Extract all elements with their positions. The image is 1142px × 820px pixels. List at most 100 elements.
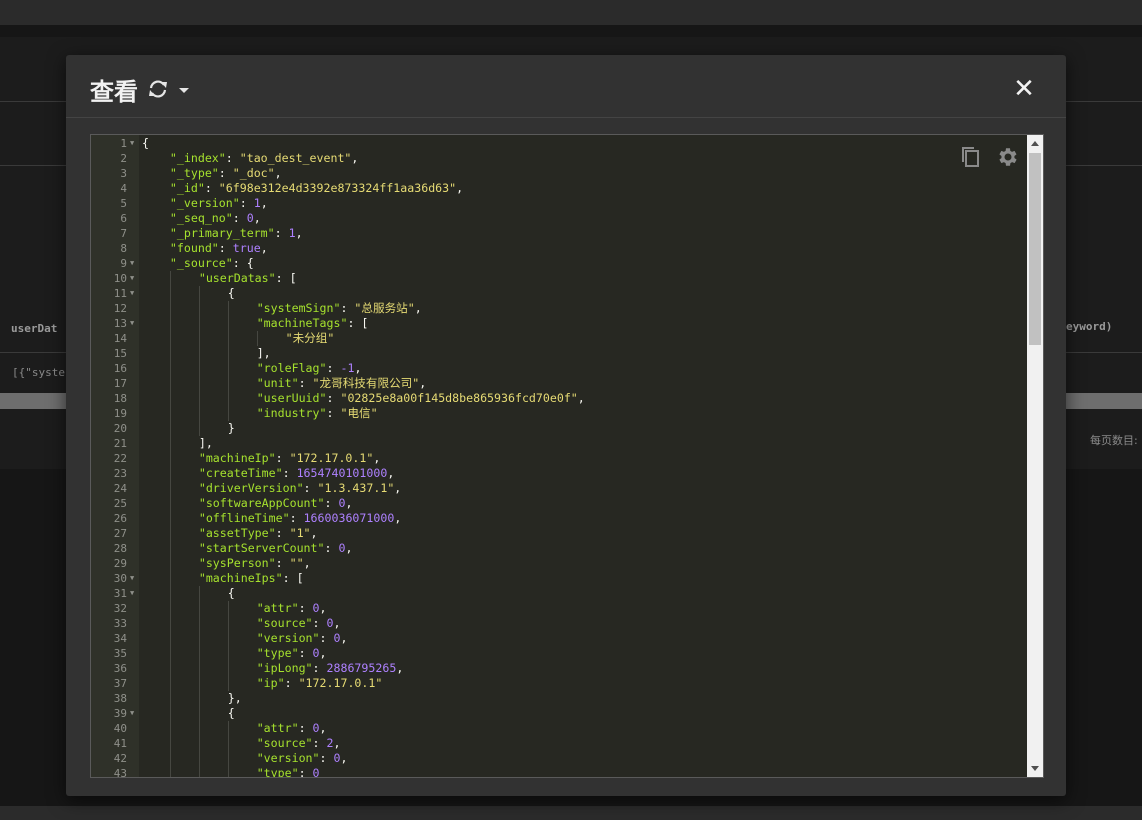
line-number: 39: [113, 707, 127, 720]
json-key: "_seq_no": [169, 211, 233, 225]
editor-vertical-scrollbar[interactable]: [1027, 135, 1043, 777]
line-number: 21: [113, 437, 127, 450]
json-value: -1: [340, 361, 355, 375]
fold-toggle-icon[interactable]: ▼: [130, 136, 134, 151]
json-punctuation: {: [227, 586, 235, 600]
code-text: "createTime": 1654740101000,: [142, 466, 394, 481]
code-text: "version": 0,: [142, 631, 347, 646]
line-number: 28: [113, 542, 127, 555]
fold-toggle-icon[interactable]: ▼: [130, 316, 134, 331]
scroll-down-icon[interactable]: [1031, 766, 1039, 771]
line-number: 36: [113, 662, 127, 675]
code-text: {: [142, 586, 235, 601]
code-line: 42 "version": 0,: [91, 751, 1021, 766]
json-punctuation: :: [324, 496, 339, 510]
json-key: "machineIps": [198, 571, 283, 585]
json-key: "attr": [256, 721, 299, 735]
json-value: 0: [312, 766, 320, 778]
json-key: "_id": [169, 181, 205, 195]
json-punctuation: : {: [232, 256, 254, 270]
code-text: {: [142, 706, 235, 721]
line-number: 12: [113, 302, 127, 315]
fold-toggle-icon[interactable]: ▼: [130, 706, 134, 721]
json-key: "_source": [169, 256, 233, 270]
code-text: "startServerCount": 0,: [142, 541, 352, 556]
fold-toggle-icon[interactable]: ▼: [130, 286, 134, 301]
json-punctuation: ,: [340, 751, 348, 765]
code-text: "source": 0,: [142, 616, 340, 631]
code-text: "_seq_no": 0,: [142, 211, 261, 226]
line-number: 16: [113, 362, 127, 375]
json-string: "1": [289, 526, 311, 540]
json-string: "6f98e312e4d3392e873324ff1aa36d63": [218, 181, 457, 195]
line-number: 29: [113, 557, 127, 570]
json-punctuation: ,: [414, 301, 422, 315]
line-number: 31: [113, 587, 127, 600]
line-number: 13: [113, 317, 127, 330]
line-number: 6: [120, 212, 127, 225]
code-line: 7 "_primary_term": 1,: [91, 226, 1021, 241]
fold-toggle-icon[interactable]: ▼: [130, 586, 134, 601]
json-key: "type": [256, 646, 299, 660]
code-text: "machineIp": "172.17.0.1",: [142, 451, 380, 466]
json-key: "assetType": [198, 526, 276, 540]
json-editor[interactable]: 1 ▼{2 "_index": "tao_dest_event", 3 "_type…: [90, 134, 1044, 778]
json-punctuation: :: [218, 166, 233, 180]
json-punctuation: ,: [319, 601, 327, 615]
json-string: "_doc": [232, 166, 275, 180]
code-line: 13 ▼ "machineTags": [: [91, 316, 1021, 331]
fold-toggle-icon[interactable]: ▼: [130, 271, 134, 286]
json-punctuation: ,: [396, 661, 404, 675]
line-number: 34: [113, 632, 127, 645]
json-punctuation: ,: [394, 511, 402, 525]
line-number: 9: [120, 257, 127, 270]
json-punctuation: :: [239, 196, 254, 210]
background-topbar: [0, 0, 1142, 25]
code-area[interactable]: 1 ▼{2 "_index": "tao_dest_event", 3 "_type…: [91, 136, 1021, 778]
json-punctuation: :: [232, 211, 247, 225]
code-line: 37 "ip": "172.17.0.1": [91, 676, 1021, 691]
refresh-dropdown-button[interactable]: [147, 77, 195, 103]
json-punctuation: :: [275, 451, 290, 465]
scroll-up-icon[interactable]: [1031, 141, 1039, 146]
json-value: 0: [246, 211, 254, 225]
close-button[interactable]: ✕: [1010, 75, 1038, 103]
copy-icon[interactable]: [959, 145, 983, 169]
fold-toggle-icon[interactable]: ▼: [130, 256, 134, 271]
json-punctuation: ],: [198, 436, 213, 450]
json-punctuation: ,: [319, 646, 327, 660]
code-line: 21 ],: [91, 436, 1021, 451]
code-line: 33 "source": 0,: [91, 616, 1021, 631]
json-key: "_index": [169, 151, 226, 165]
code-text: "ip": "172.17.0.1": [142, 676, 382, 691]
code-text: "_version": 1,: [142, 196, 268, 211]
json-punctuation: {: [227, 286, 235, 300]
json-string: "": [289, 556, 304, 570]
fold-toggle-icon[interactable]: ▼: [130, 571, 134, 586]
line-number: 41: [113, 737, 127, 750]
line-number: 10: [113, 272, 127, 285]
code-line: 8 "found": true,: [91, 241, 1021, 256]
line-number: 26: [113, 512, 127, 525]
code-text: "offlineTime": 1660036071000,: [142, 511, 401, 526]
json-punctuation: :: [282, 466, 297, 480]
code-line: 43 "type": 0: [91, 766, 1021, 778]
json-value: 0: [312, 646, 320, 660]
json-value: 0: [312, 721, 320, 735]
code-line: 35 "type": 0,: [91, 646, 1021, 661]
code-text: "type": 0,: [142, 646, 327, 661]
json-key: "source": [256, 736, 313, 750]
gear-icon[interactable]: [996, 145, 1020, 169]
code-text: "machineIps": [: [142, 571, 304, 586]
code-line: 1 ▼ {: [91, 136, 1021, 151]
json-punctuation: :: [284, 676, 299, 690]
json-punctuation: :: [298, 766, 313, 778]
json-key: "roleFlag": [256, 361, 327, 375]
code-text: "attr": 0,: [142, 721, 327, 736]
json-key: "userDatas": [198, 271, 276, 285]
json-punctuation: :: [312, 661, 327, 675]
code-line: 25 "softwareAppCount": 0,: [91, 496, 1021, 511]
scrollbar-thumb[interactable]: [1029, 153, 1041, 345]
line-number: 17: [113, 377, 127, 390]
code-text: }: [142, 421, 235, 436]
